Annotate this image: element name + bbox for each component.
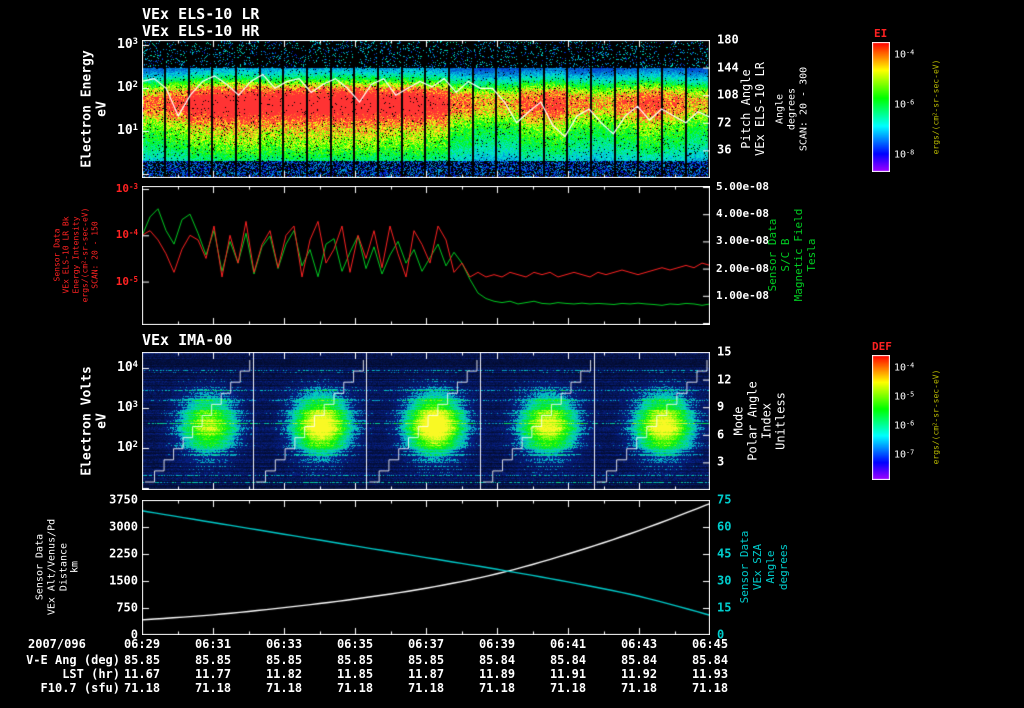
ephemeris-value: 71.18 <box>407 681 445 695</box>
b-field-tick: 3.00e-08 <box>716 233 769 247</box>
els-pitch-tick: 180 <box>717 32 739 47</box>
time-label: 06:35 <box>336 637 374 651</box>
ephemeris-value: 71.18 <box>478 681 516 695</box>
electron-volts-axis-label: Electron Volts eV <box>79 366 110 476</box>
ephemeris-value: 85.85 <box>336 653 374 667</box>
els-colorbar <box>872 42 890 172</box>
ephemeris-value: 71.18 <box>691 681 729 695</box>
sza-tick: 30 <box>717 573 732 588</box>
ephemeris-value: 11.93 <box>691 667 729 681</box>
b-field-tick: 2.00e-08 <box>716 261 769 275</box>
ephemeris-value: 85.84 <box>478 653 516 667</box>
ima-spectrogram-canvas <box>142 352 710 490</box>
sza-axis-label: Sensor Data VEx SZA Angle degrees <box>738 530 790 604</box>
ephemeris-value: 85.84 <box>549 653 587 667</box>
els-lr-title: VEx ELS-10 LR <box>142 5 260 23</box>
ephemeris-value: 85.85 <box>265 653 303 667</box>
ephemeris-value: 85.84 <box>620 653 658 667</box>
els-spectrogram-canvas <box>142 40 710 178</box>
els-intensity-axis-label: Sensor Data VEx ELS-10 LR Bk Energy Intens… <box>52 207 100 303</box>
els-hr-title: VEx ELS-10 HR <box>142 22 260 40</box>
els-colorbar-tick: 10-8 <box>894 148 915 161</box>
sza-tick: 45 <box>717 546 732 561</box>
ephemeris-value: 71.18 <box>620 681 658 695</box>
ephemeris-value: 71.18 <box>549 681 587 695</box>
distance-axis-label: Sensor Data VEx Alt/Venus/Pd Distance km <box>34 518 81 616</box>
sza-tick: 15 <box>717 600 732 615</box>
sza-tick: 75 <box>717 492 732 507</box>
time-label: 06:39 <box>478 637 516 651</box>
time-label: 06:41 <box>549 637 587 651</box>
ima-colorbar <box>872 355 890 480</box>
ima-index-tick: 3 <box>717 454 725 469</box>
ephemeris-value: 85.85 <box>123 653 161 667</box>
ephemeris-value: 11.92 <box>620 667 658 681</box>
ephemeris-value: 85.85 <box>194 653 232 667</box>
vex-quicklook-plot-page: VEx ELS-10 LR VEx ELS-10 HR VEx IMA-00 E… <box>0 0 1024 708</box>
els-colorbar-title: EI <box>874 27 888 40</box>
ephemeris-value: 11.77 <box>194 667 232 681</box>
ima-index-tick: 9 <box>717 399 725 414</box>
ephemeris-value: 85.85 <box>407 653 445 667</box>
ephemeris-value: 71.18 <box>265 681 303 695</box>
polar-angle-axis-label: Mode Polar Angle Index Unitless <box>731 381 789 461</box>
ima-index-tick: 15 <box>717 344 732 359</box>
ima-colorbar-tick: 10-6 <box>894 419 915 432</box>
magnetic-field-axis-label: Sensor Data S/C B Magnetic Field Tesla <box>766 208 818 302</box>
time-label: 06:29 <box>123 637 161 651</box>
b-field-tick: 4.00e-08 <box>716 206 769 220</box>
ephemeris-value: 11.89 <box>478 667 516 681</box>
ephemeris-value: 11.85 <box>336 667 374 681</box>
ima-title: VEx IMA-00 <box>142 331 233 349</box>
sza-tick: 60 <box>717 519 732 534</box>
ephemeris-value: 85.84 <box>691 653 729 667</box>
ephemeris-value: 11.82 <box>265 667 303 681</box>
pitch-angle-axis-label: Pitch Angle VEx ELS-10 LR <box>738 62 767 156</box>
ima-index-tick: 12 <box>717 372 732 387</box>
b-field-tick: 1.00e-08 <box>716 288 769 302</box>
time-label: 06:45 <box>691 637 729 651</box>
els-colorbar-tick: 10-4 <box>894 48 915 61</box>
els-pitch-tick: 144 <box>717 60 739 75</box>
els-intensity-b-line-canvas <box>142 186 710 325</box>
els-pitch-tick: 108 <box>717 87 739 102</box>
time-label: 06:43 <box>620 637 658 651</box>
time-label: 06:37 <box>407 637 445 651</box>
ima-colorbar-title: DEF <box>872 340 892 353</box>
row-label-lst: LST (hr) <box>62 667 120 681</box>
ephemeris-value: 71.18 <box>123 681 161 695</box>
pitch-angle-axis-sublabel: Angle degrees SCAN: 20 - 300 <box>774 66 809 152</box>
els-pitch-tick: 36 <box>717 142 732 157</box>
els-colorbar-units: ergs/(cm2-sr-sec-eV) <box>931 59 941 155</box>
row-label-f107: F10.7 (sfu) <box>40 681 120 695</box>
ephemeris-value: 11.91 <box>549 667 587 681</box>
ima-index-tick: 6 <box>717 427 725 442</box>
els-pitch-tick: 72 <box>717 115 732 130</box>
ephemeris-value: 11.67 <box>123 667 161 681</box>
time-label: 06:31 <box>194 637 232 651</box>
altitude-tick: 3750 <box>109 492 138 507</box>
ephemeris-value: 11.87 <box>407 667 445 681</box>
altitude-sza-line-canvas <box>142 500 710 635</box>
els-intensity-tick: 10-3 <box>115 181 138 195</box>
ephemeris-value: 71.18 <box>336 681 374 695</box>
ima-colorbar-tick: 10-7 <box>894 448 915 461</box>
ima-colorbar-tick: 10-5 <box>894 390 915 403</box>
ephemeris-value: 71.18 <box>194 681 232 695</box>
b-field-tick: 5.00e-08 <box>716 179 769 193</box>
electron-energy-axis-label: Electron Energy eV <box>79 50 110 168</box>
time-label: 06:33 <box>265 637 303 651</box>
ima-colorbar-units: ergs/(cm2-sr-sec-eV) <box>931 369 941 465</box>
row-label-ve-angle: V-E Ang (deg) <box>26 653 120 667</box>
els-colorbar-tick: 10-6 <box>894 98 915 111</box>
ima-colorbar-tick: 10-4 <box>894 361 915 374</box>
